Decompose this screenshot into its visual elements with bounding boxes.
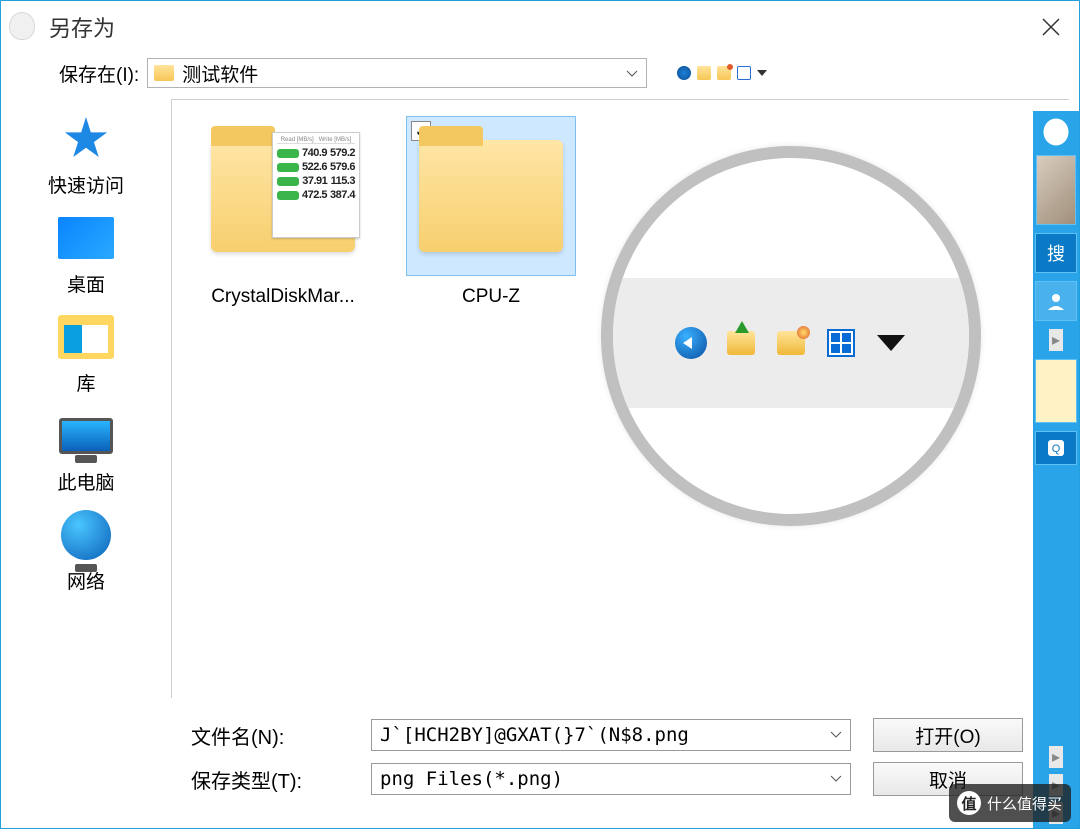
sidebar-item-thispc[interactable]: 此电脑 xyxy=(21,410,151,495)
qq-highlight-item[interactable] xyxy=(1035,359,1077,423)
qq-search[interactable]: 搜 xyxy=(1035,233,1077,273)
file-item-crystaldiskmark[interactable]: Read [MB/s] Write [MB/s] 740.9579.2 522.… xyxy=(188,116,378,308)
filetype-label: 保存类型(T): xyxy=(191,765,371,794)
save-in-value: 测试软件 xyxy=(182,60,624,87)
qq-contacts[interactable] xyxy=(1035,281,1077,321)
watermark-text: 什么值得买 xyxy=(987,793,1062,814)
bottom-controls: 文件名(N): J`[HCH2BY]@GXAT(}7`(N$8.png 打开(O… xyxy=(1,698,1079,828)
thumb-icon: 值 xyxy=(957,791,981,815)
filename-value: J`[HCH2BY]@GXAT(}7`(N$8.png xyxy=(380,724,830,746)
avatar[interactable] xyxy=(1036,155,1076,225)
sidebar-item-label: 桌面 xyxy=(67,270,105,297)
new-folder-icon[interactable] xyxy=(717,66,731,80)
nav-toolbar xyxy=(677,66,767,80)
filename-input[interactable]: J`[HCH2BY]@GXAT(}7`(N$8.png xyxy=(371,719,851,751)
folder-icon xyxy=(419,140,563,252)
qq-app-icon xyxy=(9,12,39,42)
titlebar: 另存为 xyxy=(1,1,1079,53)
places-sidebar: 快速访问 桌面 库 此电脑 网络 xyxy=(1,93,171,698)
qq-side-panel: 搜 ▸ Q ▸ ▸ ▸ xyxy=(1033,111,1079,828)
filename-label: 文件名(N): xyxy=(191,721,371,750)
file-item-cpuz[interactable]: ✓ CPU-Z xyxy=(396,116,586,308)
file-thumbnail: ✓ xyxy=(406,116,576,276)
sidebar-item-label: 此电脑 xyxy=(57,468,114,495)
qq-app-item[interactable]: Q xyxy=(1035,431,1077,465)
magnified-toolbar xyxy=(601,278,981,408)
sidebar-item-label: 库 xyxy=(76,369,95,396)
folder-icon xyxy=(154,65,174,81)
filetype-value: png Files(*.png) xyxy=(380,768,830,790)
save-in-label: 保存在(I): xyxy=(59,60,139,87)
chevron-down-icon xyxy=(830,731,842,739)
dropdown-icon[interactable] xyxy=(757,70,767,76)
new-folder-icon[interactable] xyxy=(775,327,807,359)
save-as-dialog: 另存为 保存在(I): 测试软件 快速访问 xyxy=(0,0,1080,829)
chevron-down-icon xyxy=(624,63,640,83)
file-thumbnail: Read [MB/s] Write [MB/s] 740.9579.2 522.… xyxy=(198,116,368,276)
filetype-combo[interactable]: png Files(*.png) xyxy=(371,763,851,795)
sidebar-item-libraries[interactable]: 库 xyxy=(21,311,151,396)
back-icon[interactable] xyxy=(677,66,691,80)
libraries-icon xyxy=(58,315,114,359)
view-mode-icon[interactable] xyxy=(825,327,857,359)
open-button[interactable]: 打开(O) xyxy=(873,718,1023,752)
view-mode-icon[interactable] xyxy=(737,66,751,80)
desktop-icon xyxy=(58,217,114,259)
magnifier-overlay xyxy=(601,146,981,526)
file-label: CrystalDiskMar... xyxy=(188,286,378,308)
sidebar-item-desktop[interactable]: 桌面 xyxy=(21,212,151,297)
up-folder-icon[interactable] xyxy=(725,327,757,359)
save-in-combo[interactable]: 测试软件 xyxy=(147,58,647,88)
dropdown-icon[interactable] xyxy=(875,327,907,359)
sidebar-item-quickaccess[interactable]: 快速访问 xyxy=(21,113,151,198)
benchmark-thumbnail: Read [MB/s] Write [MB/s] 740.9579.2 522.… xyxy=(272,132,360,238)
back-icon[interactable] xyxy=(675,327,707,359)
globe-icon xyxy=(61,510,111,560)
close-button[interactable] xyxy=(1031,7,1071,47)
sidebar-item-label: 快速访问 xyxy=(48,171,124,198)
expand-icon[interactable]: ▸ xyxy=(1049,329,1063,351)
qq-logo-icon xyxy=(1038,117,1074,147)
star-icon xyxy=(64,117,108,161)
monitor-icon xyxy=(59,418,113,454)
save-in-toolbar: 保存在(I): 测试软件 xyxy=(1,53,1079,93)
dialog-title: 另存为 xyxy=(49,11,115,43)
up-folder-icon[interactable] xyxy=(697,66,711,80)
file-label: CPU-Z xyxy=(396,286,586,308)
expand-icon[interactable]: ▸ xyxy=(1049,746,1063,768)
sidebar-item-network[interactable]: 网络 xyxy=(21,509,151,594)
svg-text:Q: Q xyxy=(1052,443,1061,455)
chevron-down-icon xyxy=(830,775,842,783)
smzdm-watermark: 值 什么值得买 xyxy=(949,784,1071,822)
